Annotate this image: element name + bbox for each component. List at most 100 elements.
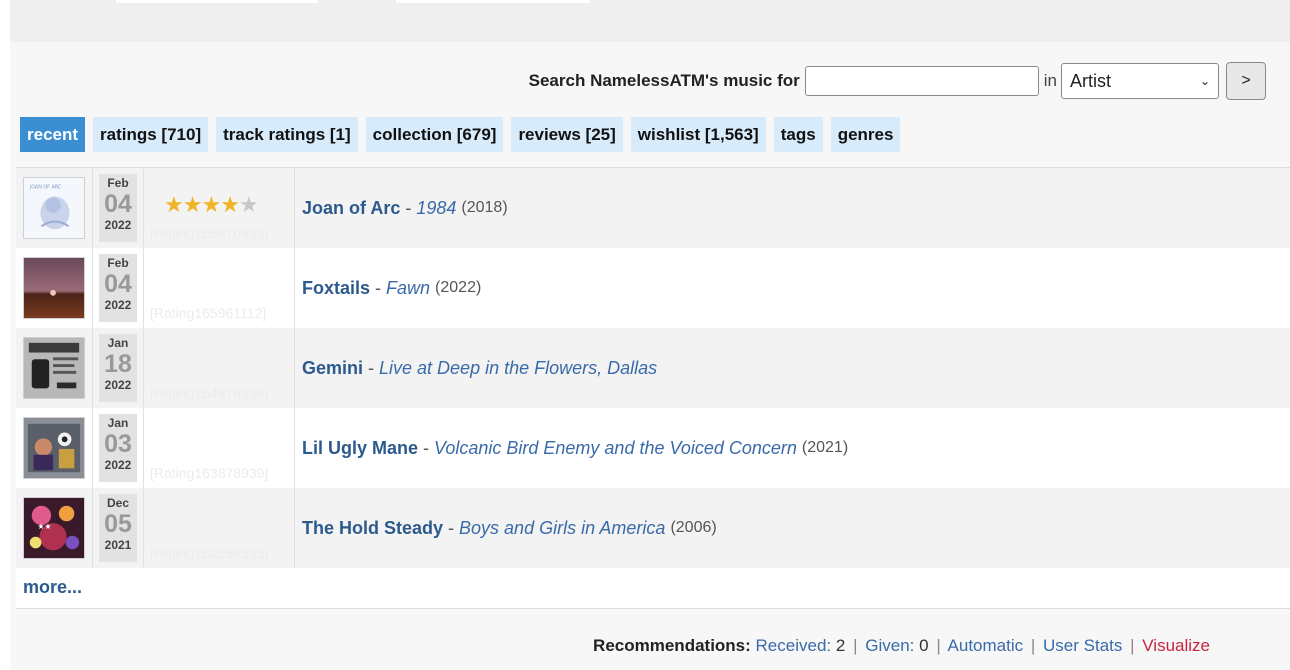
date-day: 03 bbox=[104, 430, 132, 458]
table-row: Feb 04 2022 [Rating165961112] Foxtails -… bbox=[16, 248, 1290, 328]
search-in-label: in bbox=[1043, 71, 1057, 90]
tab-genres[interactable]: genres bbox=[830, 117, 901, 152]
title-separator: - bbox=[375, 277, 382, 298]
release-title-cell: Joan of Arc - 1984 (2018) bbox=[295, 168, 1290, 248]
artist-link[interactable]: Joan of Arc bbox=[302, 198, 400, 219]
date-month: Jan bbox=[107, 416, 129, 430]
date-year: 2021 bbox=[104, 538, 132, 552]
chevron-down-icon: ⌄ bbox=[1199, 74, 1210, 88]
cover-cell bbox=[16, 328, 93, 408]
artist-link[interactable]: The Hold Steady bbox=[302, 518, 443, 539]
divider: | bbox=[936, 636, 941, 655]
more-link[interactable]: more... bbox=[23, 577, 82, 598]
star-icon: ★ bbox=[220, 192, 240, 217]
tab-wishlist[interactable]: wishlist [1,563] bbox=[630, 117, 766, 152]
release-title-cell: Lil Ugly Mane - Volcanic Bird Enemy and … bbox=[295, 408, 1290, 488]
date-month: Jan bbox=[107, 336, 129, 350]
release-year: (2021) bbox=[801, 439, 849, 456]
date-badge: Dec 05 2021 bbox=[99, 494, 137, 562]
date-year: 2022 bbox=[104, 298, 132, 312]
date-year: 2022 bbox=[104, 378, 132, 392]
rating-id-label: [Rating165961112] bbox=[150, 305, 267, 321]
album-link[interactable]: Fawn bbox=[386, 278, 430, 299]
album-link[interactable]: Volcanic Bird Enemy and the Voiced Conce… bbox=[434, 438, 797, 459]
search-input[interactable] bbox=[804, 66, 1039, 96]
artist-link[interactable]: Foxtails bbox=[302, 278, 370, 299]
table-row: JOAN OF ARC Feb 04 2022 ★★★★★ [Rating165… bbox=[16, 168, 1290, 248]
cover-cell: ★★ bbox=[16, 488, 93, 568]
recommendations-bar: Recommendations: Received: 2 | Given: 0 … bbox=[593, 636, 1210, 656]
profile-tabs: recent ratings [710] track ratings [1] c… bbox=[20, 117, 908, 152]
received-link[interactable]: Received: bbox=[756, 636, 832, 655]
search-submit-button[interactable]: > bbox=[1226, 62, 1266, 100]
table-row: ★★ Dec 05 2021 [Rating162286535] The Hol… bbox=[16, 488, 1290, 568]
album-cover-image[interactable] bbox=[23, 257, 85, 319]
search-field-value: Artist bbox=[1070, 70, 1112, 91]
divider: | bbox=[1130, 636, 1135, 655]
artist-link[interactable]: Gemini bbox=[302, 358, 363, 379]
album-cover-image[interactable] bbox=[23, 417, 85, 479]
more-row: more... bbox=[16, 568, 1290, 609]
artist-link[interactable]: Lil Ugly Mane bbox=[302, 438, 418, 459]
date-month: Dec bbox=[106, 496, 129, 510]
album-link[interactable]: Boys and Girls in America bbox=[459, 518, 665, 539]
top-tab-edge bbox=[396, 0, 590, 3]
rating-cell: [Rating163878939] bbox=[144, 408, 295, 488]
date-month: Feb bbox=[107, 176, 129, 190]
rating-id-label: [Rating163878939] bbox=[150, 465, 269, 481]
star-empty-icon: ★ bbox=[238, 192, 259, 217]
star-icon: ★ bbox=[182, 192, 203, 217]
date-badge: Feb 04 2022 bbox=[99, 174, 137, 242]
recommendations-label: Recommendations: bbox=[593, 636, 751, 655]
cover-cell bbox=[16, 248, 93, 328]
date-year: 2022 bbox=[104, 458, 132, 472]
title-separator: - bbox=[405, 197, 412, 218]
date-day: 18 bbox=[104, 350, 132, 378]
tab-ratings[interactable]: ratings [710] bbox=[93, 117, 209, 152]
date-badge: Jan 18 2022 bbox=[99, 334, 137, 402]
rating-id-label: [Rating162286535] bbox=[150, 545, 269, 561]
release-title-cell: Foxtails - Fawn (2022) bbox=[295, 248, 1290, 328]
search-bar: Search NamelessATM's music for in Artist… bbox=[529, 62, 1266, 100]
album-cover-image[interactable]: ★★ bbox=[23, 497, 85, 559]
title-separator: - bbox=[423, 437, 430, 458]
date-cell: Feb 04 2022 bbox=[93, 248, 144, 328]
date-cell: Jan 03 2022 bbox=[93, 408, 144, 488]
date-badge: Jan 03 2022 bbox=[99, 414, 137, 482]
date-month: Feb bbox=[107, 256, 129, 270]
rating-cell: [Rating162286535] bbox=[144, 488, 295, 568]
given-link[interactable]: Given: bbox=[865, 636, 914, 655]
album-link[interactable]: Live at Deep in the Flowers, Dallas bbox=[379, 358, 657, 379]
divider: | bbox=[853, 636, 858, 655]
album-cover-image[interactable] bbox=[23, 337, 85, 399]
search-label: Search NamelessATM's music for bbox=[528, 71, 800, 90]
rating-cell: ★★★★★ [Rating165970933] bbox=[144, 168, 295, 248]
svg-text:JOAN OF ARC: JOAN OF ARC bbox=[29, 185, 62, 191]
date-cell: Dec 05 2021 bbox=[93, 488, 144, 568]
tab-recent[interactable]: recent bbox=[20, 117, 86, 152]
album-cover-image[interactable]: JOAN OF ARC bbox=[23, 177, 85, 239]
tab-collection[interactable]: collection [679] bbox=[365, 117, 504, 152]
release-title-cell: The Hold Steady - Boys and Girls in Amer… bbox=[295, 488, 1290, 568]
tab-reviews[interactable]: reviews [25] bbox=[511, 117, 623, 152]
release-title-cell: Gemini - Live at Deep in the Flowers, Da… bbox=[295, 328, 1290, 408]
tab-tags[interactable]: tags bbox=[773, 117, 823, 152]
star-icon: ★ bbox=[164, 192, 184, 217]
release-year: (2022) bbox=[435, 279, 482, 296]
star-rating: ★★★★★ bbox=[164, 192, 259, 217]
date-badge: Feb 04 2022 bbox=[99, 254, 137, 322]
tab-track-ratings[interactable]: track ratings [1] bbox=[216, 117, 358, 152]
user-stats-link[interactable]: User Stats bbox=[1043, 636, 1122, 655]
top-tab-edge bbox=[116, 0, 318, 3]
release-year: (2006) bbox=[670, 519, 717, 536]
title-separator: - bbox=[448, 517, 455, 538]
album-link[interactable]: 1984 bbox=[416, 198, 456, 219]
svg-text:★★: ★★ bbox=[38, 522, 52, 531]
automatic-link[interactable]: Automatic bbox=[948, 636, 1024, 655]
search-field-select[interactable]: Artist ⌄ bbox=[1061, 63, 1219, 99]
visualize-link[interactable]: Visualize bbox=[1142, 636, 1210, 655]
title-separator: - bbox=[368, 357, 375, 378]
cover-cell bbox=[16, 408, 93, 488]
date-cell: Feb 04 2022 bbox=[93, 168, 144, 248]
cover-cell: JOAN OF ARC bbox=[16, 168, 93, 248]
